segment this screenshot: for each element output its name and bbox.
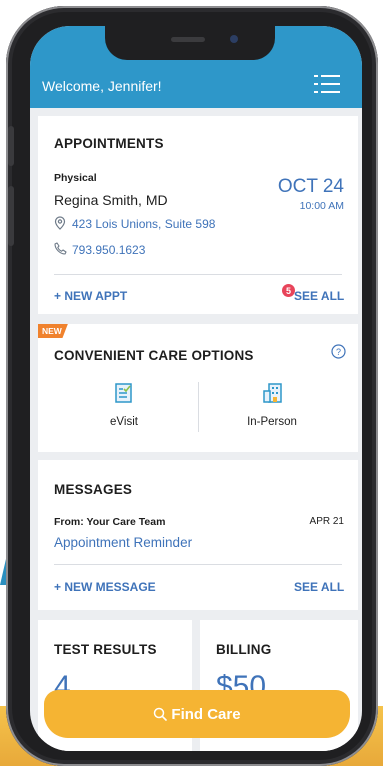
care-options-card: NEW CONVENIENT CARE OPTIONS ? eVisit In-… — [38, 324, 358, 452]
app-screen: Welcome, Jennifer! APPOINTMENTS Physical… — [30, 26, 362, 751]
appointments-see-all-link[interactable]: SEE ALL — [294, 289, 344, 303]
message-date: APR 21 — [309, 516, 344, 527]
in-person-label: In-Person — [247, 416, 297, 428]
appointments-title: APPOINTMENTS — [54, 136, 164, 151]
appointment-phone[interactable]: 793.950.1623 — [72, 243, 145, 257]
front-camera — [230, 35, 238, 43]
billing-title: BILLING — [216, 642, 272, 657]
evisit-option[interactable]: eVisit — [54, 376, 194, 440]
new-appointment-link[interactable]: + NEW APPT — [54, 289, 127, 303]
search-icon — [153, 707, 168, 721]
phone-notch — [105, 26, 275, 60]
messages-see-all-link[interactable]: SEE ALL — [294, 580, 344, 594]
messages-title: MESSAGES — [54, 482, 133, 497]
phone-side-button — [8, 186, 14, 246]
evisit-label: eVisit — [110, 416, 138, 428]
evisit-icon — [114, 382, 134, 409]
phone-icon — [54, 242, 67, 260]
menu-icon[interactable] — [314, 73, 340, 101]
appointments-card: APPOINTMENTS Physical Regina Smith, MD 4… — [38, 116, 358, 314]
speaker-grille — [171, 37, 205, 42]
appointment-address[interactable]: 423 Lois Unions, Suite 598 — [72, 217, 215, 231]
doctor-name: Regina Smith, MD — [54, 192, 168, 208]
divider — [198, 382, 199, 432]
new-badge: NEW — [38, 324, 68, 338]
building-icon — [262, 382, 284, 409]
message-sender: From: Your Care Team — [54, 516, 166, 528]
phone-side-button — [8, 126, 14, 166]
message-subject-link[interactable]: Appointment Reminder — [54, 535, 192, 550]
divider — [54, 274, 342, 275]
location-icon — [54, 216, 66, 235]
in-person-option[interactable]: In-Person — [202, 376, 342, 440]
svg-text:?: ? — [336, 347, 341, 357]
find-care-label: Find Care — [171, 705, 241, 723]
help-icon[interactable]: ? — [331, 344, 346, 364]
appointment-type: Physical — [54, 172, 97, 184]
new-message-link[interactable]: + NEW MESSAGE — [54, 580, 156, 594]
appointment-time: 10:00 AM — [299, 200, 344, 212]
test-results-title: TEST RESULTS — [54, 642, 157, 657]
appointment-date: OCT 24 — [277, 176, 344, 197]
welcome-text: Welcome, Jennifer! — [42, 78, 162, 94]
find-care-button[interactable]: Find Care — [44, 690, 350, 738]
divider — [54, 564, 342, 565]
care-options-title: CONVENIENT CARE OPTIONS — [54, 348, 254, 363]
messages-card: MESSAGES From: Your Care Team APR 21 App… — [38, 460, 358, 610]
